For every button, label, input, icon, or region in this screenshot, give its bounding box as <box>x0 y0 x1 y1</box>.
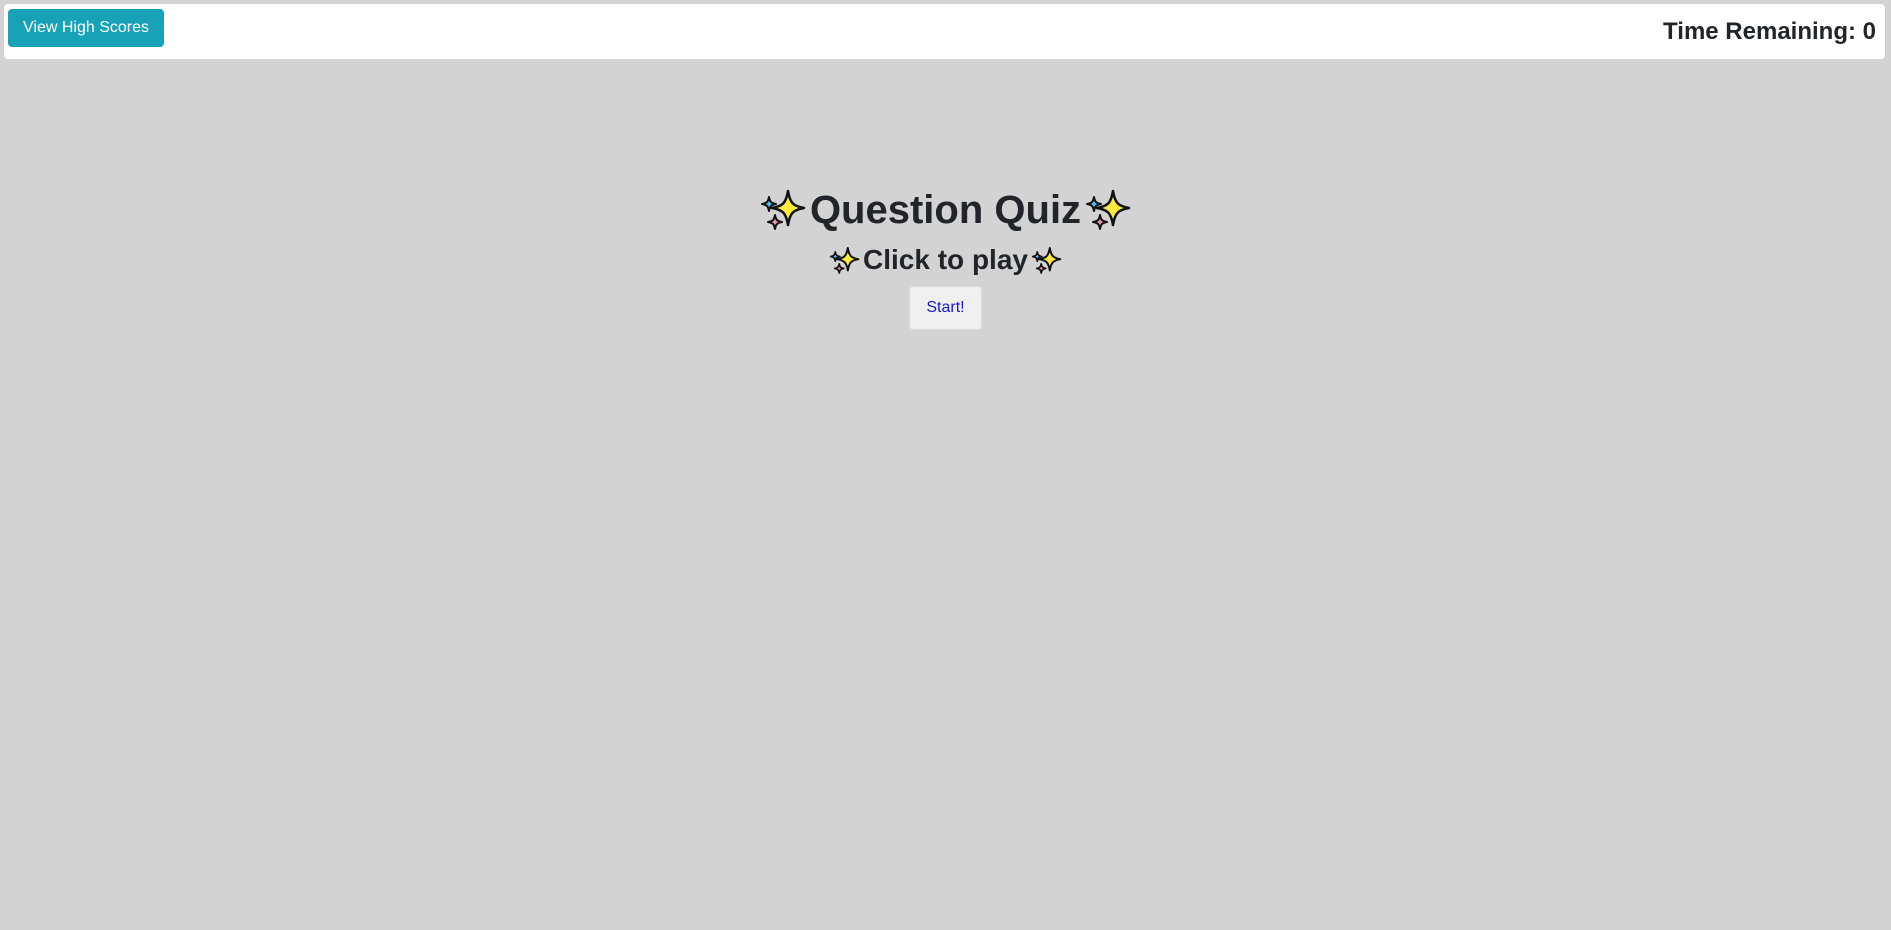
sparkles-icon <box>1030 244 1063 277</box>
start-button[interactable]: Start! <box>909 286 982 330</box>
title-row: Question Quiz <box>0 180 1891 240</box>
sparkles-icon <box>1083 185 1133 235</box>
page-title: Question Quiz <box>809 188 1082 232</box>
sparkles-icon <box>758 185 808 235</box>
time-remaining-label: Time Remaining: <box>1663 18 1863 45</box>
start-row: Start! <box>0 286 1891 330</box>
time-remaining: Time Remaining: 0 <box>1663 15 1876 49</box>
page-subtitle: Click to play <box>863 244 1028 275</box>
sparkles-icon <box>828 244 861 277</box>
view-high-scores-button[interactable]: View High Scores <box>8 9 164 47</box>
time-remaining-value: 0 <box>1862 18 1876 45</box>
quiz-intro: Question Quiz Click to play Start! <box>0 180 1891 330</box>
subtitle-row: Click to play <box>0 240 1891 280</box>
top-navbar: View High Scores Time Remaining: 0 <box>4 4 1885 59</box>
